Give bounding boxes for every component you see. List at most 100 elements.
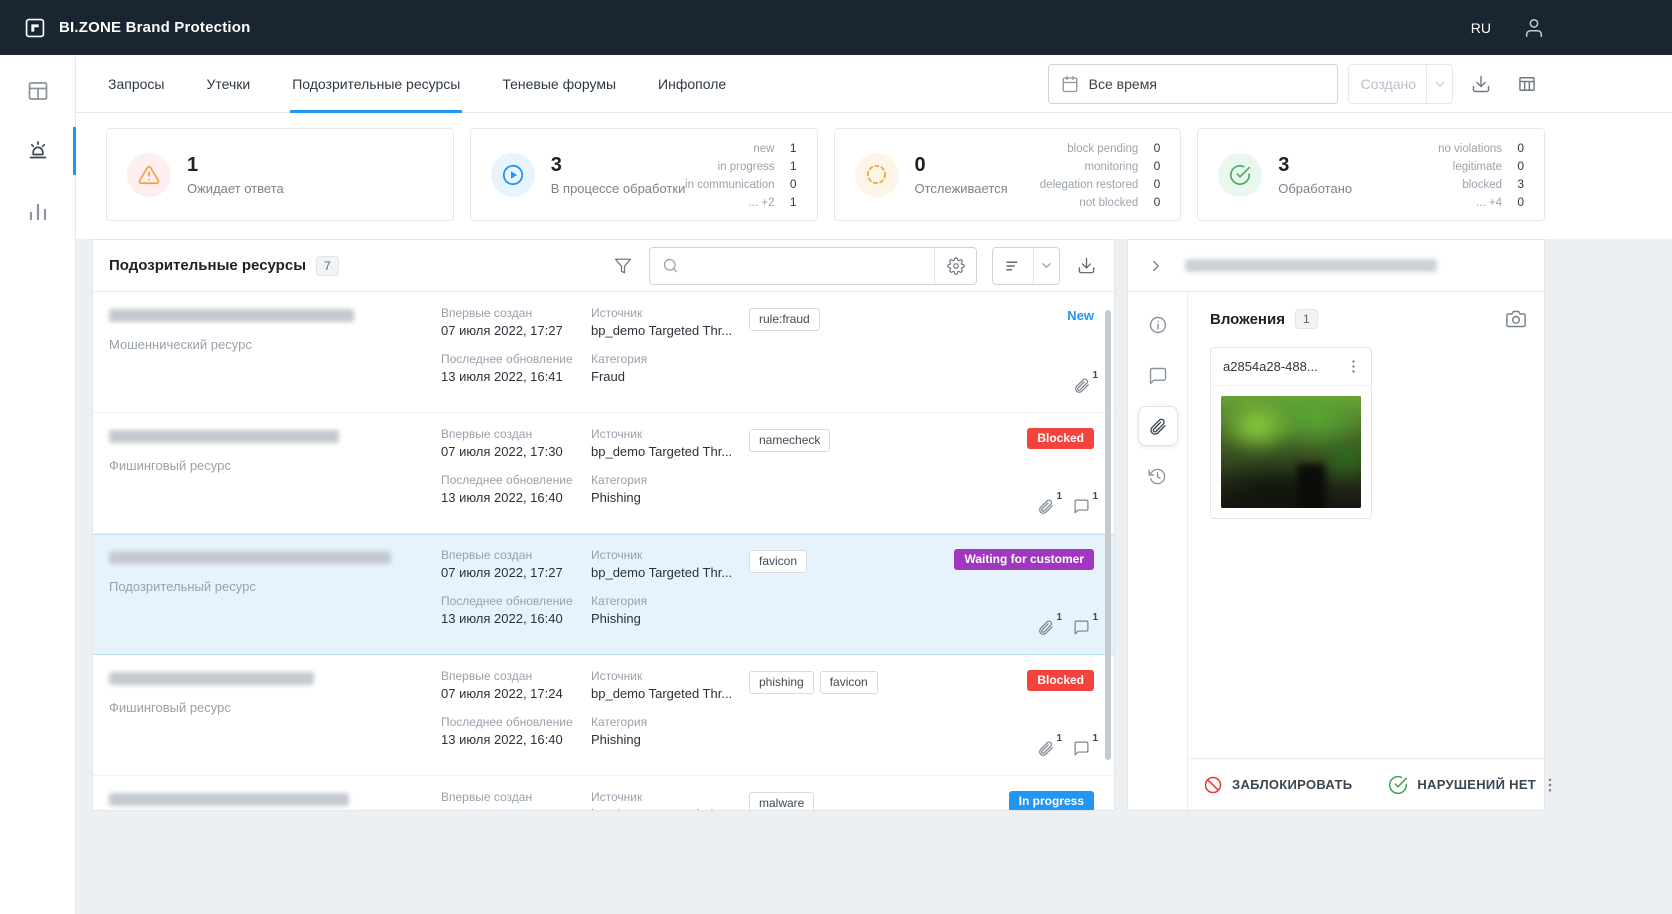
screenshot-button[interactable] bbox=[1506, 309, 1526, 329]
stat-detail-label: new bbox=[753, 142, 775, 155]
created-label: Впервые создан bbox=[441, 548, 533, 562]
stat-card-processed: 3 Обработано no violations 0 legitimate 0 … bbox=[1197, 128, 1545, 221]
resource-row[interactable]: Фишинговый ресурс Впервые создан 07 июля … bbox=[93, 655, 1114, 776]
download-icon bbox=[1471, 74, 1491, 94]
search-input[interactable] bbox=[687, 257, 934, 274]
info-icon bbox=[1148, 315, 1168, 335]
attachment-menu-button[interactable] bbox=[1340, 358, 1367, 375]
attachments-indicator: 1 bbox=[1037, 612, 1062, 636]
sort-by-select[interactable]: Создано bbox=[1347, 63, 1453, 104]
tab-suspicious-resources[interactable]: Подозрительные ресурсы bbox=[290, 55, 463, 113]
detail-tab-comments[interactable] bbox=[1138, 355, 1178, 397]
stats-cards-row: 1 Ожидает ответа 3 В процессе обработки … bbox=[76, 113, 1672, 239]
no-violations-label: НАРУШЕНИЙ НЕТ bbox=[1417, 777, 1537, 792]
date-range-filter[interactable]: Все время bbox=[1047, 63, 1338, 104]
tab-shadow-forums[interactable]: Теневые форумы bbox=[500, 55, 618, 112]
stat-label: Ожидает ответа bbox=[187, 180, 284, 196]
search-settings-button[interactable] bbox=[934, 247, 976, 284]
stat-label: В процессе обработки bbox=[550, 180, 686, 196]
tab-infofield[interactable]: Инфополе bbox=[656, 55, 728, 112]
sidebar-item-dashboard[interactable] bbox=[0, 61, 75, 121]
collapse-panel-button[interactable] bbox=[1145, 255, 1167, 277]
stat-detail-label: not blocked bbox=[1079, 196, 1139, 209]
attachment-file-name: a2854a28-488... bbox=[1223, 359, 1318, 374]
filter-icon bbox=[614, 257, 632, 275]
resource-row-selected[interactable]: Подозрительный ресурс Впервые создан 07 и… bbox=[93, 534, 1114, 655]
comments-count: 1 bbox=[1092, 491, 1098, 502]
status-badge: Blocked bbox=[1027, 670, 1094, 692]
stat-detail-value: 0 bbox=[1153, 176, 1161, 191]
stat-detail-label: monitoring bbox=[1084, 160, 1139, 173]
detail-tab-info[interactable] bbox=[1138, 304, 1178, 346]
stat-detail-value: 1 bbox=[789, 158, 797, 173]
tag: favicon bbox=[749, 550, 808, 574]
category-value: Phishing bbox=[591, 490, 641, 505]
sort-control bbox=[992, 246, 1060, 285]
export-download-button[interactable] bbox=[1463, 64, 1499, 104]
created-label: Впервые создан bbox=[441, 669, 533, 683]
source-value: bp_demo Targeted Thr... bbox=[591, 807, 743, 810]
stat-detail-value: 1 bbox=[789, 194, 797, 209]
redacted-resource-name bbox=[109, 430, 339, 443]
list-scrollbar[interactable] bbox=[1105, 310, 1111, 760]
stat-value: 3 bbox=[1278, 153, 1290, 176]
tag: malware bbox=[749, 792, 815, 810]
resource-row[interactable]: Мошеннический ресурс Впервые создан 07 ию… bbox=[93, 292, 1114, 413]
user-icon[interactable] bbox=[1523, 17, 1545, 39]
sidebar-item-reports[interactable] bbox=[0, 181, 75, 241]
content-area: Подозрительные ресурсы 7 Мошеннический р… bbox=[76, 239, 1672, 914]
table-view-button[interactable] bbox=[1509, 64, 1545, 104]
check-circle-icon bbox=[1388, 775, 1408, 795]
kebab-icon bbox=[1541, 776, 1559, 794]
created-label: Впервые создан bbox=[441, 427, 533, 441]
updated-label: Последнее обновление bbox=[441, 352, 573, 366]
attachments-count: 1 bbox=[1056, 733, 1062, 744]
table-icon bbox=[1517, 74, 1537, 94]
tab-leaks[interactable]: Утечки bbox=[204, 55, 252, 112]
stat-detail-value: 0 bbox=[1153, 194, 1161, 209]
app-title: BI.ZONE Brand Protection bbox=[59, 19, 251, 36]
stat-detail-value: 0 bbox=[1153, 140, 1161, 155]
attachment-thumbnail[interactable] bbox=[1221, 396, 1361, 508]
resource-row[interactable]: Впервые создан 07 июля 2022, 17:20 Источн… bbox=[93, 776, 1114, 810]
redacted-resource-name bbox=[109, 551, 391, 564]
stat-detail-label: legitimate bbox=[1452, 160, 1502, 173]
stat-detail-value: 0 bbox=[789, 176, 797, 191]
sort-button[interactable] bbox=[993, 248, 1033, 284]
search-box bbox=[649, 246, 977, 285]
resource-row[interactable]: Фишинговый ресурс Впервые создан 07 июля … bbox=[93, 413, 1114, 534]
attachments-count: 1 bbox=[1056, 491, 1062, 502]
detail-tab-attachments[interactable] bbox=[1137, 406, 1178, 446]
attachments-indicator: 1 bbox=[1037, 491, 1062, 515]
dashed-circle-icon bbox=[854, 152, 899, 197]
source-label: Источник bbox=[591, 790, 643, 804]
tab-requests[interactable]: Запросы bbox=[106, 55, 166, 112]
sidebar-item-alerts[interactable] bbox=[0, 121, 76, 181]
bar-chart-icon bbox=[26, 199, 50, 223]
resource-detail-panel: Вложения 1 a2854a28-488... ЗАБЛОКИРОВАТЬ… bbox=[1127, 239, 1545, 811]
paperclip-icon bbox=[1148, 417, 1167, 436]
block-button[interactable]: ЗАБЛОКИРОВАТЬ bbox=[1203, 775, 1352, 795]
list-download-button[interactable] bbox=[1075, 254, 1098, 277]
detail-tab-history[interactable] bbox=[1138, 455, 1178, 497]
more-actions-button[interactable] bbox=[1536, 776, 1564, 794]
no-violations-button[interactable]: НАРУШЕНИЙ НЕТ bbox=[1388, 775, 1536, 795]
resource-type: Подозрительный ресурс bbox=[109, 579, 256, 594]
filter-button[interactable] bbox=[612, 255, 634, 277]
language-switcher[interactable]: RU bbox=[1471, 20, 1491, 36]
status-badge: New bbox=[1067, 308, 1094, 323]
left-sidebar bbox=[0, 55, 76, 914]
resources-list: Мошеннический ресурс Впервые создан 07 ию… bbox=[93, 292, 1114, 810]
chevron-down-icon bbox=[1426, 64, 1452, 103]
status-badge: In progress bbox=[1008, 791, 1094, 810]
stat-value: 1 bbox=[187, 153, 199, 176]
list-count-badge: 7 bbox=[316, 255, 339, 276]
resource-type: Мошеннический ресурс bbox=[109, 337, 252, 352]
sort-dropdown-button[interactable] bbox=[1033, 247, 1059, 284]
block-label: ЗАБЛОКИРОВАТЬ bbox=[1232, 777, 1353, 792]
stat-detail-value: 0 bbox=[1153, 158, 1161, 173]
category-label: Категория bbox=[591, 594, 648, 608]
created-value: 07 июля 2022, 17:27 bbox=[441, 565, 563, 580]
chevron-down-icon bbox=[1039, 258, 1054, 273]
tag: favicon bbox=[819, 671, 878, 695]
